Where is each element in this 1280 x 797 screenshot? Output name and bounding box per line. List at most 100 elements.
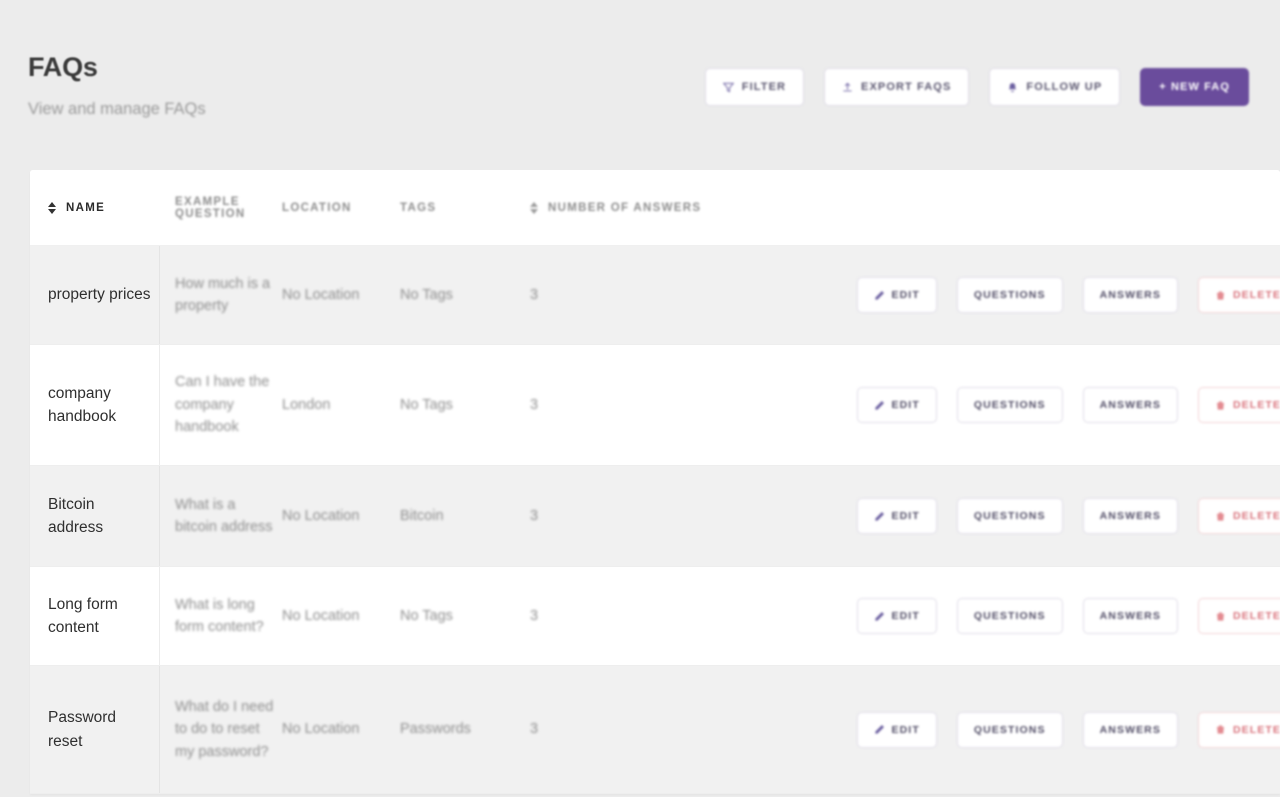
questions-button-label: QUESTIONS [973,289,1046,301]
row-location: No Location [282,607,360,624]
delete-button-label: DELETE [1232,289,1280,301]
answers-button[interactable]: ANSWERS [1082,598,1178,634]
table-header-row: NAME EXAMPLE QUESTION LOCATION TAGS NUMB… [30,170,1280,246]
bell-icon [1007,82,1018,93]
answers-button-label: ANSWERS [1099,289,1161,301]
questions-button[interactable]: QUESTIONS [956,387,1063,423]
row-example-question: What is a bitcoin address [175,496,273,535]
trash-icon [1215,611,1226,622]
toolbar: FILTER EXPORT FAQS FOLLOW UP + NEW FAQ [704,68,1249,106]
row-location-cell: No Location [280,466,400,566]
row-tags: No Tags [400,396,453,413]
table-row[interactable]: property prices How much is a property N… [30,246,1280,345]
edit-button[interactable]: EDIT [856,387,937,423]
trash-icon [1215,724,1226,735]
answers-button-label: ANSWERS [1099,723,1161,736]
row-tags: Bitcoin [400,507,444,524]
row-tags-cell: Passwords [400,666,530,793]
row-number-of-answers: 3 [530,396,539,413]
delete-button[interactable]: DELETE [1197,498,1280,534]
filter-button[interactable]: FILTER [704,68,805,106]
delete-button[interactable]: DELETE [1197,277,1280,313]
export-faqs-button[interactable]: EXPORT FAQS [824,68,970,106]
pencil-icon [874,724,885,735]
table-row[interactable]: Long form content What is long form cont… [30,567,1280,666]
delete-button-label: DELETE [1232,399,1280,411]
row-actions: EDIT QUESTIONS ANSWERS DELETE [856,598,1280,634]
row-example-question: How much is a property [175,275,271,314]
row-tags-cell: No Tags [400,567,530,665]
edit-button[interactable]: EDIT [856,711,937,748]
delete-button[interactable]: DELETE [1197,598,1280,634]
row-location: No Location [282,721,360,738]
row-tags-cell: Bitcoin [400,466,530,566]
questions-button-label: QUESTIONS [973,510,1046,522]
table-row[interactable]: company handbook Can I have the company … [30,345,1280,466]
row-example-question: Can I have the company handbook [175,374,270,436]
row-actions: EDIT QUESTIONS ANSWERS DELETE [856,498,1280,534]
row-actions: EDIT QUESTIONS ANSWERS DELETE [856,711,1280,748]
column-header-example-question: EXAMPLE QUESTION [160,196,280,220]
pencil-icon [874,511,885,522]
column-header-name-label: NAME [66,201,106,214]
edit-button[interactable]: EDIT [856,498,937,534]
pencil-icon [874,400,885,411]
column-header-tags-label: TAGS [400,201,437,214]
edit-button[interactable]: EDIT [856,598,937,634]
questions-button[interactable]: QUESTIONS [956,711,1063,748]
row-name: Long form content [48,595,118,636]
pencil-icon [874,611,885,622]
answers-button[interactable]: ANSWERS [1082,277,1178,313]
row-example-question: What is long form content? [175,596,264,635]
trash-icon [1215,290,1226,301]
column-header-tags: TAGS [400,202,530,214]
answers-button[interactable]: ANSWERS [1082,498,1178,534]
delete-button[interactable]: DELETE [1197,711,1280,748]
questions-button[interactable]: QUESTIONS [956,598,1063,634]
pencil-icon [874,290,885,301]
edit-button-label: EDIT [891,289,920,301]
row-example-question-cell: What is a bitcoin address [160,466,280,566]
row-location: No Location [282,507,360,524]
export-faqs-button-label: EXPORT FAQS [861,81,952,93]
new-faq-button[interactable]: + NEW FAQ [1140,68,1249,106]
funnel-icon [722,82,734,93]
row-number-of-answers-cell: 3 [530,567,650,665]
faqs-table-card: NAME EXAMPLE QUESTION LOCATION TAGS NUMB… [30,170,1280,794]
row-location-cell: London [280,345,400,465]
column-header-name[interactable]: NAME [30,201,160,214]
page-header: FAQs View and manage FAQs FILTER EXPORT … [0,0,1280,160]
edit-button[interactable]: EDIT [856,277,937,313]
questions-button[interactable]: QUESTIONS [956,277,1063,313]
table-row[interactable]: Bitcoin address What is a bitcoin addres… [30,466,1280,567]
filter-button-label: FILTER [741,81,787,93]
trash-icon [1215,511,1226,522]
answers-button[interactable]: ANSWERS [1082,387,1178,423]
answers-button[interactable]: ANSWERS [1082,711,1178,748]
row-actions: EDIT QUESTIONS ANSWERS DELETE [856,277,1280,313]
row-location: No Location [282,286,360,303]
questions-button-label: QUESTIONS [973,723,1046,736]
follow-up-button-label: FOLLOW UP [1026,81,1103,93]
row-example-question-cell: How much is a property [160,246,280,344]
row-name-cell: Password reset [30,666,160,793]
edit-button-label: EDIT [891,399,920,411]
sort-icon[interactable] [530,201,538,214]
follow-up-button[interactable]: FOLLOW UP [989,68,1121,106]
table-row[interactable]: Password reset What do I need to do to r… [30,666,1280,794]
row-location-cell: No Location [280,567,400,665]
row-name-cell: company handbook [30,345,160,465]
row-number-of-answers-cell: 3 [530,466,650,566]
questions-button[interactable]: QUESTIONS [956,498,1063,534]
page-title: FAQs [28,52,98,82]
row-number-of-answers: 3 [530,507,539,524]
row-actions: EDIT QUESTIONS ANSWERS DELETE [856,387,1280,423]
sort-icon[interactable] [48,201,56,214]
row-example-question: What do I need to do to reset my passwor… [175,698,274,760]
row-name: Bitcoin address [48,495,104,536]
row-name-cell: Long form content [30,567,160,665]
row-number-of-answers: 3 [530,721,539,738]
column-header-number-of-answers[interactable]: NUMBER OF ANSWERS [530,201,701,214]
row-name: company handbook [48,384,117,425]
delete-button[interactable]: DELETE [1197,387,1280,423]
